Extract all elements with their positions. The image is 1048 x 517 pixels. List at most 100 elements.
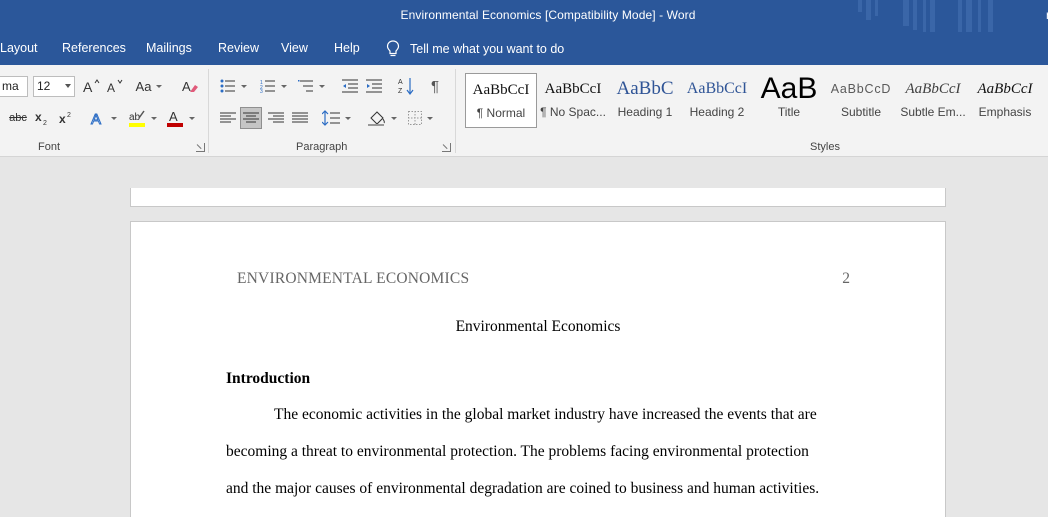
svg-text:A: A	[83, 79, 93, 94]
highlight-button[interactable]: ab	[126, 109, 158, 127]
style-sample: AaBbCcI	[905, 81, 961, 97]
shrink-font-button[interactable]: A	[106, 77, 124, 95]
style-name: ¶ No Spac...	[540, 105, 606, 119]
style-name: Subtle Em...	[900, 105, 966, 119]
sort-button[interactable]: AZ	[396, 76, 416, 96]
increase-indent-button[interactable]	[364, 77, 384, 95]
font-size-box[interactable]: 12	[33, 76, 75, 97]
numbering-icon: 123	[260, 80, 275, 93]
paint-bucket-icon	[367, 111, 385, 126]
align-left-button[interactable]	[218, 109, 238, 127]
running-head: ENVIRONMENTAL ECONOMICS	[237, 270, 470, 287]
multilevel-list-button[interactable]	[296, 77, 326, 95]
ribbon-tab-bar: Layout References Mailings Review View H…	[0, 32, 1048, 65]
text-effects-icon: A	[90, 111, 101, 127]
svg-text:x: x	[35, 110, 42, 124]
document-page[interactable]: ENVIRONMENTAL ECONOMICS 2 Environmental …	[130, 221, 946, 517]
style-name: Subtitle	[840, 105, 882, 119]
font-group-label: Font	[38, 141, 61, 153]
style-no-spacing[interactable]: AaBbCcI ¶ No Spac...	[537, 73, 609, 128]
chevron-down-icon	[240, 84, 247, 88]
ribbon: ma 12 A A Aa A abc x2 x2 A ab A Font 123	[0, 65, 1048, 157]
align-right-icon	[268, 112, 284, 123]
align-center-icon	[243, 112, 259, 123]
decrease-indent-button[interactable]	[340, 77, 360, 95]
paragraph-dialog-launcher[interactable]	[442, 143, 451, 152]
style-name: Title	[777, 105, 801, 119]
svg-text:A: A	[398, 79, 403, 86]
line-spacing-button[interactable]	[320, 109, 352, 127]
svg-text:A: A	[169, 109, 178, 124]
change-case-button[interactable]: Aa	[134, 77, 164, 95]
paragraph-line: becoming a threat to environmental prote…	[226, 443, 809, 460]
svg-text:2: 2	[43, 120, 47, 126]
svg-text:x: x	[59, 112, 66, 126]
tell-me-search[interactable]: Tell me what you want to do	[386, 40, 564, 58]
font-color-button[interactable]: A	[164, 109, 196, 127]
paragraph-line: and the major causes of environmental de…	[226, 480, 820, 497]
pilcrow-icon: ¶	[430, 77, 440, 95]
clear-formatting-button[interactable]: A	[180, 77, 200, 95]
text-effects-button[interactable]: A	[88, 109, 118, 127]
chevron-down-icon	[110, 116, 117, 120]
chevron-down-icon	[390, 116, 397, 120]
previous-page-bottom	[130, 188, 946, 207]
superscript-icon: x2	[59, 112, 71, 126]
bullets-button[interactable]	[218, 77, 248, 95]
borders-icon	[407, 111, 422, 125]
clear-formatting-icon: A	[182, 79, 198, 94]
font-size-value: 12	[37, 79, 51, 93]
chevron-down-icon	[65, 84, 71, 88]
lightbulb-icon	[386, 40, 400, 57]
show-formatting-marks-button[interactable]: ¶	[426, 77, 444, 95]
numbering-button[interactable]: 123	[258, 77, 288, 95]
style-subtle-emphasis[interactable]: AaBbCcI Subtle Em...	[897, 73, 969, 128]
tab-help[interactable]: Help	[334, 41, 360, 55]
change-case-label: Aa	[135, 78, 152, 94]
style-sample: AaBbCcI	[977, 81, 1033, 97]
grow-font-button[interactable]: A	[82, 77, 100, 95]
tab-layout[interactable]: Layout	[0, 41, 38, 55]
chevron-down-icon	[318, 84, 325, 88]
shrink-font-icon: A	[107, 79, 123, 94]
align-center-button[interactable]	[240, 107, 262, 129]
tab-review[interactable]: Review	[218, 41, 259, 55]
style-title[interactable]: AaB Title	[753, 73, 825, 128]
chevron-down-icon	[188, 116, 195, 120]
style-subtitle[interactable]: AaBbCcD Subtitle	[825, 73, 897, 128]
superscript-button[interactable]: x2	[58, 109, 74, 127]
svg-text:2: 2	[67, 112, 71, 119]
bullets-icon	[220, 79, 235, 93]
chevron-down-icon	[344, 116, 351, 120]
font-name-box[interactable]: ma	[0, 76, 28, 97]
tab-references[interactable]: References	[62, 41, 126, 55]
svg-text:A: A	[107, 81, 115, 94]
style-sample: AaBbCcI	[472, 82, 530, 98]
style-heading-1[interactable]: AaBbC Heading 1	[609, 73, 681, 128]
tab-view[interactable]: View	[281, 41, 308, 55]
increase-indent-icon	[366, 79, 382, 93]
strikethrough-button[interactable]: abc	[8, 109, 28, 127]
style-sample: AaBbCcI	[686, 80, 748, 97]
align-right-button[interactable]	[266, 109, 286, 127]
style-normal[interactable]: AaBbCcI ¶ Normal	[465, 73, 537, 128]
highlighter-icon: ab	[128, 110, 145, 127]
page-number: 2	[842, 270, 850, 287]
style-heading-2[interactable]: AaBbCcI Heading 2	[681, 73, 753, 128]
style-sample: AaBbCcI	[544, 81, 602, 97]
align-left-icon	[220, 112, 236, 123]
justify-button[interactable]	[290, 109, 310, 127]
subscript-button[interactable]: x2	[34, 109, 50, 127]
style-sample: AaBbCcD	[830, 82, 892, 96]
tab-mailings[interactable]: Mailings	[146, 41, 192, 55]
style-emphasis[interactable]: AaBbCcI Emphasis	[969, 73, 1041, 128]
styles-gallery: AaBbCcI ¶ Normal AaBbCcI ¶ No Spac... Aa…	[463, 70, 1048, 134]
paragraph-group-label: Paragraph	[296, 141, 348, 153]
borders-button[interactable]	[404, 109, 436, 127]
group-divider	[455, 69, 456, 153]
style-sample: AaB	[760, 73, 818, 105]
shading-button[interactable]	[366, 109, 398, 127]
sort-icon: AZ	[398, 78, 414, 95]
font-dialog-launcher[interactable]	[196, 143, 205, 152]
decrease-indent-icon	[342, 79, 358, 93]
